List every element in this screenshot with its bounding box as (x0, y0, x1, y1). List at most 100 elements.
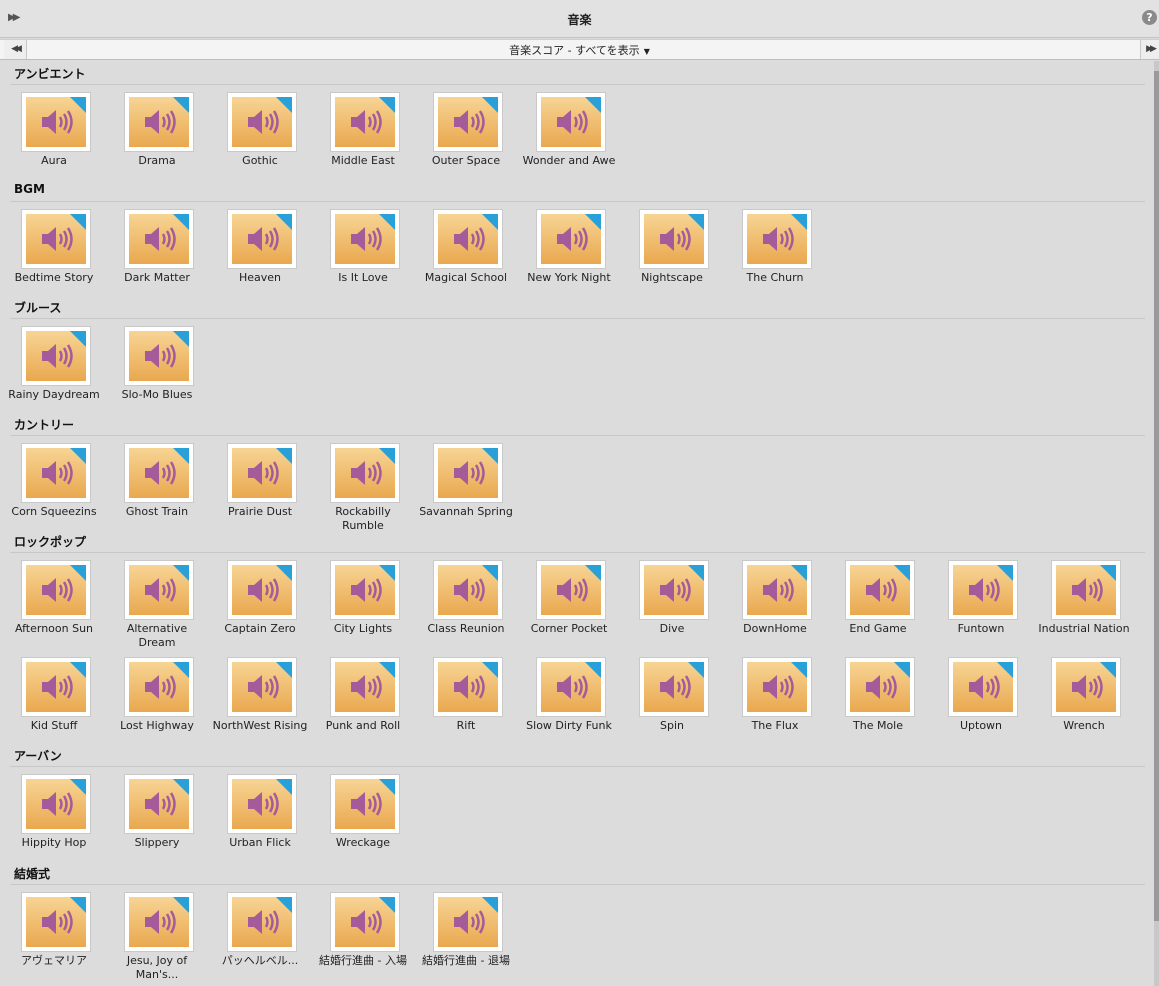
music-tile[interactable]: Savannah Spring (418, 443, 514, 538)
music-thumbnail[interactable] (433, 209, 503, 269)
music-thumbnail[interactable] (227, 892, 297, 952)
music-tile[interactable]: アヴェマリア (6, 892, 102, 986)
music-tile[interactable]: Nightscape (624, 209, 720, 304)
music-tile[interactable]: Dive (624, 560, 720, 655)
music-tile[interactable]: The Flux (727, 657, 823, 752)
music-tile[interactable]: 結婚行進曲 - 入場 (315, 892, 411, 986)
music-tile[interactable]: Rift (418, 657, 514, 752)
music-tile[interactable]: Slo-Mo Blues (109, 326, 205, 421)
music-tile[interactable]: NorthWest Rising (212, 657, 308, 752)
music-thumbnail[interactable] (124, 892, 194, 952)
scrollbar-thumb[interactable] (1154, 71, 1159, 921)
music-thumbnail[interactable] (21, 443, 91, 503)
music-thumbnail[interactable] (21, 326, 91, 386)
music-thumbnail[interactable] (948, 560, 1018, 620)
music-tile[interactable]: End Game (830, 560, 926, 655)
music-tile[interactable]: Drama (109, 92, 205, 187)
music-thumbnail[interactable] (21, 657, 91, 717)
music-tile[interactable]: Afternoon Sun (6, 560, 102, 655)
music-thumbnail[interactable] (227, 443, 297, 503)
music-thumbnail[interactable] (330, 657, 400, 717)
music-tile[interactable]: Rockabilly Rumble (315, 443, 411, 538)
music-thumbnail[interactable] (742, 560, 812, 620)
music-thumbnail[interactable] (433, 892, 503, 952)
music-thumbnail[interactable] (639, 209, 709, 269)
category-dropdown[interactable]: 音楽スコア - すべてを表示 ▼ (0, 42, 1159, 58)
music-tile[interactable]: Industrial Nation (1036, 560, 1132, 655)
music-tile[interactable]: Wreckage (315, 774, 411, 869)
music-thumbnail[interactable] (536, 560, 606, 620)
music-tile[interactable]: Spin (624, 657, 720, 752)
music-tile[interactable]: Class Reunion (418, 560, 514, 655)
music-thumbnail[interactable] (433, 443, 503, 503)
music-tile[interactable]: City Lights (315, 560, 411, 655)
music-thumbnail[interactable] (433, 560, 503, 620)
music-tile[interactable]: Kid Stuff (6, 657, 102, 752)
music-tile[interactable]: Wonder and Awe (521, 92, 617, 187)
music-tile[interactable]: Captain Zero (212, 560, 308, 655)
music-thumbnail[interactable] (330, 560, 400, 620)
music-tile[interactable]: Wrench (1036, 657, 1132, 752)
music-tile[interactable]: DownHome (727, 560, 823, 655)
music-tile[interactable]: Punk and Roll (315, 657, 411, 752)
nav-forward-button[interactable]: ▶▶ (1140, 40, 1159, 59)
music-thumbnail[interactable] (124, 443, 194, 503)
music-tile[interactable]: Dark Matter (109, 209, 205, 304)
music-thumbnail[interactable] (227, 209, 297, 269)
music-tile[interactable]: Heaven (212, 209, 308, 304)
music-tile[interactable]: Lost Highway (109, 657, 205, 752)
music-tile[interactable]: Slow Dirty Funk (521, 657, 617, 752)
music-thumbnail[interactable] (742, 657, 812, 717)
music-thumbnail[interactable] (845, 560, 915, 620)
music-tile[interactable]: Rainy Daydream (6, 326, 102, 421)
music-tile[interactable]: Hippity Hop (6, 774, 102, 869)
music-thumbnail[interactable] (124, 657, 194, 717)
music-thumbnail[interactable] (433, 657, 503, 717)
music-thumbnail[interactable] (124, 326, 194, 386)
music-thumbnail[interactable] (21, 560, 91, 620)
music-thumbnail[interactable] (330, 209, 400, 269)
music-thumbnail[interactable] (21, 892, 91, 952)
music-thumbnail[interactable] (536, 657, 606, 717)
help-icon[interactable]: ? (1142, 10, 1157, 25)
music-tile[interactable]: Funtown (933, 560, 1029, 655)
music-tile[interactable]: Magical School (418, 209, 514, 304)
music-thumbnail[interactable] (124, 92, 194, 152)
music-tile[interactable]: The Mole (830, 657, 926, 752)
music-tile[interactable]: Corner Pocket (521, 560, 617, 655)
music-thumbnail[interactable] (227, 92, 297, 152)
music-tile[interactable]: Bedtime Story (6, 209, 102, 304)
music-thumbnail[interactable] (330, 443, 400, 503)
music-thumbnail[interactable] (21, 209, 91, 269)
music-thumbnail[interactable] (124, 209, 194, 269)
music-thumbnail[interactable] (433, 92, 503, 152)
music-thumbnail[interactable] (948, 657, 1018, 717)
music-tile[interactable]: New York Night (521, 209, 617, 304)
music-tile[interactable]: Prairie Dust (212, 443, 308, 538)
music-tile[interactable]: Gothic (212, 92, 308, 187)
music-tile[interactable]: Is It Love (315, 209, 411, 304)
music-thumbnail[interactable] (536, 92, 606, 152)
music-thumbnail[interactable] (845, 657, 915, 717)
music-thumbnail[interactable] (1051, 657, 1121, 717)
music-thumbnail[interactable] (330, 92, 400, 152)
music-tile[interactable]: Ghost Train (109, 443, 205, 538)
music-thumbnail[interactable] (742, 209, 812, 269)
music-thumbnail[interactable] (227, 774, 297, 834)
music-tile[interactable]: Aura (6, 92, 102, 187)
music-thumbnail[interactable] (21, 774, 91, 834)
music-tile[interactable]: Urban Flick (212, 774, 308, 869)
music-tile[interactable]: Slippery (109, 774, 205, 869)
music-thumbnail[interactable] (227, 560, 297, 620)
music-tile[interactable]: Jesu, Joy of Man's... (109, 892, 205, 986)
music-tile[interactable]: Uptown (933, 657, 1029, 752)
music-thumbnail[interactable] (1051, 560, 1121, 620)
music-thumbnail[interactable] (21, 92, 91, 152)
music-thumbnail[interactable] (330, 774, 400, 834)
music-tile[interactable]: 結婚行進曲 - 退場 (418, 892, 514, 986)
music-thumbnail[interactable] (536, 209, 606, 269)
music-tile[interactable]: The Churn (727, 209, 823, 304)
music-thumbnail[interactable] (227, 657, 297, 717)
music-tile[interactable]: Outer Space (418, 92, 514, 187)
music-thumbnail[interactable] (124, 774, 194, 834)
